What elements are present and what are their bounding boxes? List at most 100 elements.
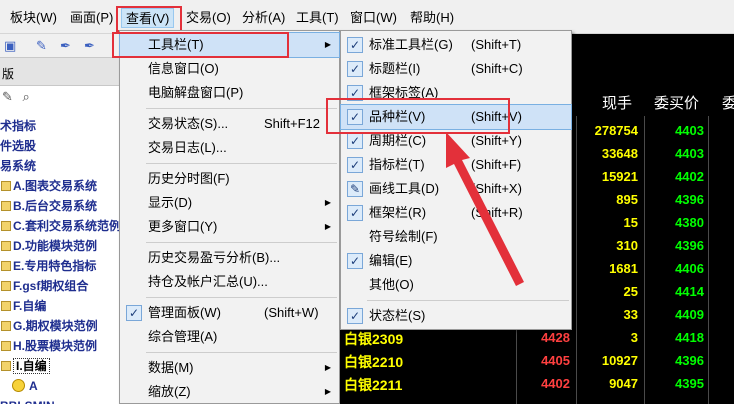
submenu-arrow-icon: ▶	[324, 198, 331, 207]
left-tree-panel: 版 ✎ ⌕ 术指标件选股易系统 A.图表交易系统 B.后台交易系统 C.套利交易系统范…	[0, 58, 121, 404]
menu-separator	[146, 297, 337, 298]
menu-item-label: 状态栏(S)	[369, 308, 426, 323]
view-menu: 工具栏(T) ▶ 信息窗口(O) 电脑解盘窗口(P) 交易状态(S)... Shift+F…	[119, 30, 340, 404]
menu-bankuai[interactable]: 板块(W)	[6, 8, 61, 28]
quote-row[interactable]: 白银2211 4402 9047 4395	[340, 373, 734, 396]
last-price: 4405	[541, 353, 570, 368]
tree-item-label: H.股票模块范例	[13, 339, 98, 353]
last-price: 4402	[541, 376, 570, 391]
quote-row[interactable]: 白银2210 4405 10927 4396	[340, 350, 734, 373]
volume: 25	[623, 284, 638, 299]
menu-item[interactable]: ✓ 标准工具栏(G) (Shift+T)	[341, 33, 571, 57]
copy-icon[interactable]: ▣	[4, 38, 16, 54]
menu-item-label: 框架栏(R)	[369, 205, 427, 220]
menu-bangzhu[interactable]: 帮助(H)	[406, 8, 458, 28]
menu-item[interactable]: 数据(M) ▶	[120, 356, 339, 380]
tree-item-label: D.功能模块范例	[13, 239, 98, 253]
menu-item-shortcut: Shift+F12	[264, 116, 321, 131]
volume: 15	[623, 215, 638, 230]
bid-price: 4406	[675, 261, 704, 276]
menu-fenxi[interactable]: 分析(A)	[238, 8, 289, 28]
menu-item-label: 画线工具(D)	[369, 181, 440, 196]
col-weimaijia[interactable]: 委买价	[654, 92, 699, 113]
menu-item[interactable]: 历史交易盈亏分析(B)...	[120, 246, 339, 270]
tree-item[interactable]: A	[0, 376, 120, 396]
menu-item-label: 符号绘制(F)	[369, 229, 438, 244]
tree-item[interactable]: I.自编	[0, 356, 120, 376]
menu-item-shortcut: (Shift+C)	[471, 61, 523, 76]
menu-item[interactable]: 历史分时图(F)	[120, 167, 339, 191]
menu-item-shortcut: (Shift+W)	[264, 305, 319, 320]
menu-item-label: 交易日志(L)...	[148, 140, 227, 155]
menu-item[interactable]: 电脑解盘窗口(P)	[120, 81, 339, 105]
menu-item-label: 其他(O)	[369, 277, 414, 292]
tree-item[interactable]: A.图表交易系统	[0, 176, 120, 196]
checkmark-icon: ✓	[347, 37, 363, 53]
tree-item[interactable]: D.功能模块范例	[0, 236, 120, 256]
menu-item[interactable]: ✓ 标题栏(I) (Shift+C)	[341, 57, 571, 81]
menu-huamian[interactable]: 画面(P)	[66, 8, 117, 28]
tree-item[interactable]: BBLSMIN	[0, 396, 120, 404]
submenu-arrow-icon: ▶	[324, 363, 331, 372]
last-price: 4428	[541, 330, 570, 345]
volume: 1681	[609, 261, 638, 276]
folder-icon	[1, 361, 11, 371]
draw-icon[interactable]: ✎	[36, 38, 47, 54]
edit-icon[interactable]: ✎	[2, 89, 13, 104]
menu-item[interactable]: ✓ 管理面板(W) (Shift+W)	[120, 301, 339, 325]
tree-item[interactable]: 件选股	[0, 136, 120, 156]
tree-item[interactable]: H.股票模块范例	[0, 336, 120, 356]
tree-item[interactable]: 易系统	[0, 156, 120, 176]
menu-item[interactable]: 交易状态(S)... Shift+F12	[120, 112, 339, 136]
tree-item-label: BBLSMIN	[0, 399, 55, 404]
search-icon[interactable]: ⌕	[23, 89, 30, 104]
tree-item[interactable]: B.后台交易系统	[0, 196, 120, 216]
folder-icon	[1, 241, 11, 251]
tree-item[interactable]: G.期权模块范例	[0, 316, 120, 336]
menu-item-label: 数据(M)	[148, 360, 194, 375]
smiley-icon	[12, 379, 25, 392]
col-xianshou[interactable]: 现手	[602, 92, 632, 113]
menu-item[interactable]: 交易日志(L)...	[120, 136, 339, 160]
menu-gongju[interactable]: 工具(T)	[292, 8, 343, 28]
tree-item[interactable]: F.自编	[0, 296, 120, 316]
menu-item[interactable]: 缩放(Z) ▶	[120, 380, 339, 404]
tree-item-label: I.自编	[13, 358, 50, 374]
contract-name: 白银2309	[344, 331, 404, 347]
menu-item[interactable]: 显示(D) ▶	[120, 191, 339, 215]
bid-price: 4402	[675, 169, 704, 184]
menu-item[interactable]: ✓ 状态栏(S)	[341, 304, 571, 328]
tree-item-label: F.gsf期权组合	[13, 279, 89, 293]
menu-chuangkou[interactable]: 窗口(W)	[346, 8, 401, 28]
quote-row[interactable]: 白银2309 4428 3 4418	[340, 327, 734, 350]
submenu-arrow-icon: ▶	[324, 222, 331, 231]
menu-item-label: 标题栏(I)	[369, 61, 421, 76]
menu-item[interactable]: 更多窗口(Y) ▶	[120, 215, 339, 239]
menu-item-label: 标准工具栏(G)	[369, 37, 453, 52]
toolbar-strip: ▣ ✎ ✒ ✒	[0, 34, 120, 58]
col-wei[interactable]: 委	[722, 92, 734, 113]
tree-item[interactable]: C.套利交易系统范例	[0, 216, 121, 236]
panel-tab[interactable]: 版	[0, 58, 119, 86]
menu-jiaoyi[interactable]: 交易(O)	[182, 8, 235, 28]
bid-price: 4396	[675, 238, 704, 253]
pencil-icon: ✎	[347, 181, 363, 197]
bid-price: 4380	[675, 215, 704, 230]
tree-item-label: 件选股	[0, 139, 37, 153]
contract-name: 白银2211	[344, 377, 403, 393]
bid-price: 4418	[675, 330, 704, 345]
tree-item[interactable]: 术指标	[0, 116, 120, 136]
brush-icon[interactable]: ✒	[84, 38, 95, 54]
menu-item-label: 历史交易盈亏分析(B)...	[148, 250, 281, 265]
checkmark-icon: ✓	[347, 157, 363, 173]
folder-icon	[1, 341, 11, 351]
tree-item[interactable]: F.gsf期权组合	[0, 276, 120, 296]
tree-item[interactable]: E.专用特色指标	[0, 256, 120, 276]
menu-item[interactable]: 信息窗口(O)	[120, 57, 339, 81]
checkmark-icon: ✓	[126, 305, 142, 321]
menu-item[interactable]: 持仓及帐户汇总(U)...	[120, 270, 339, 294]
menu-item-label: 电脑解盘窗口(P)	[148, 85, 244, 100]
menu-item[interactable]: 综合管理(A)	[120, 325, 339, 349]
pen-icon[interactable]: ✒	[60, 38, 71, 54]
volume: 33648	[601, 146, 638, 161]
